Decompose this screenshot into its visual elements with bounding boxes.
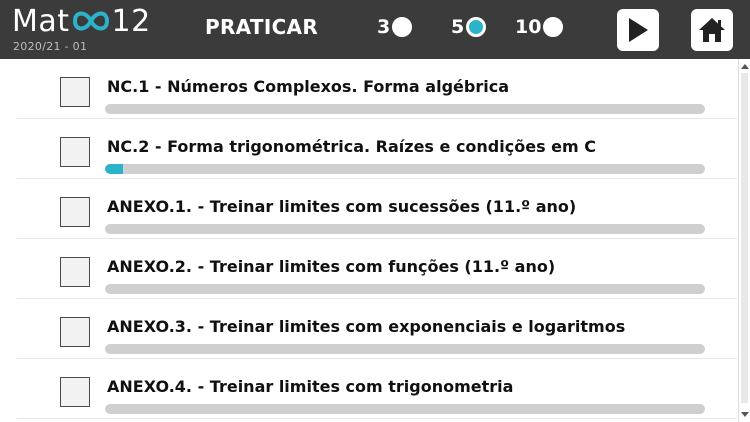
infinity-icon	[71, 6, 111, 36]
topic-title: NC.1 - Números Complexos. Forma algébric…	[107, 77, 509, 96]
topic-checkbox[interactable]	[60, 317, 90, 347]
scroll-up-icon[interactable]	[741, 64, 749, 69]
radio-icon[interactable]	[392, 17, 413, 37]
topic-title: NC.2 - Forma trigonométrica. Raízes e co…	[107, 137, 596, 156]
topic-title: ANEXO.2. - Treinar limites com funções (…	[107, 257, 556, 276]
progress-bar	[105, 344, 705, 354]
topic-row[interactable]: ANEXO.1. - Treinar limites com sucessões…	[17, 179, 737, 239]
topic-checkbox[interactable]	[60, 377, 90, 407]
progress-bar	[105, 104, 705, 114]
progress-bar	[105, 404, 705, 414]
option-5[interactable]: 5	[451, 16, 487, 38]
school-year: 2020/21 - 01	[13, 40, 88, 53]
option-10[interactable]: 10	[515, 16, 564, 38]
progress-bar	[105, 224, 705, 234]
scroll-down-icon[interactable]	[741, 412, 749, 417]
radio-selected-icon[interactable]	[466, 17, 487, 37]
home-icon	[699, 18, 725, 42]
topic-checkbox[interactable]	[60, 197, 90, 227]
logo-text-left: Mat	[12, 3, 70, 39]
scroll-thumb[interactable]	[741, 73, 748, 403]
topic-row[interactable]: NC.1 - Números Complexos. Forma algébric…	[17, 59, 737, 119]
vertical-scrollbar[interactable]	[738, 59, 750, 422]
topic-title: ANEXO.4. - Treinar limites com trigonome…	[107, 377, 514, 396]
topic-row[interactable]: NC.2 - Forma trigonométrica. Raízes e co…	[17, 119, 737, 179]
page-title: PRATICAR	[205, 15, 319, 39]
topic-row[interactable]: ANEXO.4. - Treinar limites com trigonome…	[17, 359, 737, 419]
app-logo: Mat 12	[12, 2, 151, 40]
option-label: 10	[515, 16, 542, 38]
progress-bar	[105, 284, 705, 294]
topic-title: ANEXO.3. - Treinar limites com exponenci…	[107, 317, 626, 336]
progress-fill	[105, 164, 123, 174]
topic-checkbox[interactable]	[60, 77, 90, 107]
topic-list[interactable]: NC.1 - Números Complexos. Forma algébric…	[17, 59, 737, 422]
topic-row[interactable]: ANEXO.3. - Treinar limites com exponenci…	[17, 299, 737, 359]
option-label: 3	[377, 16, 391, 38]
topic-title: ANEXO.1. - Treinar limites com sucessões…	[107, 197, 577, 216]
option-label: 5	[451, 16, 465, 38]
topic-checkbox[interactable]	[60, 257, 90, 287]
play-button[interactable]	[617, 9, 659, 51]
home-button[interactable]	[691, 9, 733, 51]
option-3[interactable]: 3	[377, 16, 413, 38]
topic-row[interactable]: ANEXO.2. - Treinar limites com funções (…	[17, 239, 737, 299]
radio-icon[interactable]	[543, 17, 564, 37]
topic-checkbox[interactable]	[60, 137, 90, 167]
logo-text-right: 12	[111, 3, 151, 39]
play-icon	[629, 18, 648, 42]
progress-bar	[105, 164, 705, 174]
app-header: Mat 12 2020/21 - 01 PRATICAR 3 5 10	[0, 0, 750, 59]
